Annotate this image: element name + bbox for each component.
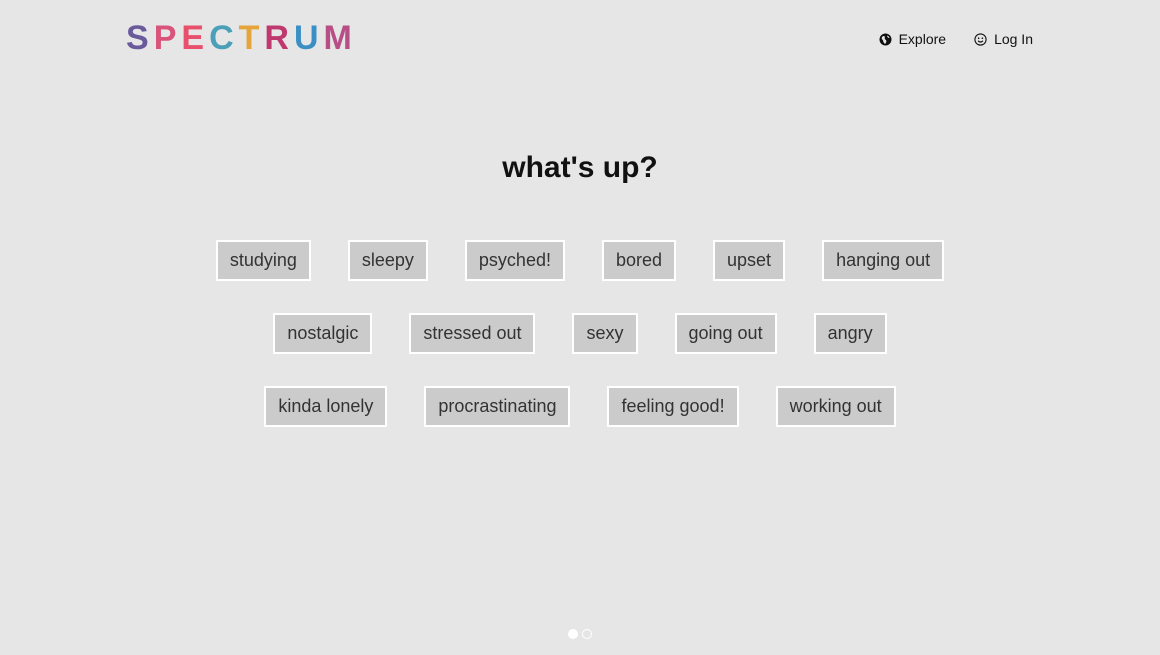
smiley-icon xyxy=(974,32,987,46)
spectrum-logo[interactable]: SPECTRUM xyxy=(126,20,357,56)
mood-button[interactable]: psyched! xyxy=(464,240,565,281)
mood-button[interactable]: working out xyxy=(775,386,896,427)
mood-button[interactable]: kinda lonely xyxy=(264,386,388,427)
logo-letter: T xyxy=(238,19,265,57)
pager-dot[interactable] xyxy=(582,629,592,639)
mood-button[interactable]: going out xyxy=(674,313,777,354)
logo-letter: P xyxy=(153,19,182,57)
mood-button[interactable]: sexy xyxy=(572,313,638,354)
logo-letter: C xyxy=(209,19,239,57)
logo-letter: E xyxy=(181,19,210,57)
page-title: what's up? xyxy=(502,151,658,184)
mood-button[interactable]: nostalgic xyxy=(273,313,373,354)
mood-button[interactable]: feeling good! xyxy=(607,386,739,427)
page-indicator xyxy=(0,629,1160,639)
top-nav: Explore Log In xyxy=(879,31,1033,47)
pager-dot[interactable] xyxy=(568,629,578,639)
mood-button[interactable]: angry xyxy=(813,313,887,354)
logo-letter: R xyxy=(264,19,294,57)
mood-button[interactable]: stressed out xyxy=(409,313,536,354)
login-label: Log In xyxy=(994,31,1033,47)
explore-link[interactable]: Explore xyxy=(879,31,946,47)
globe-icon xyxy=(879,33,892,46)
mood-row-1: studying sleepy psyched! bored upset han… xyxy=(0,240,1160,281)
explore-label: Explore xyxy=(898,31,947,47)
mood-row-2: nostalgic stressed out sexy going out an… xyxy=(0,313,1160,354)
mood-button[interactable]: bored xyxy=(601,240,677,281)
mood-button[interactable]: hanging out xyxy=(822,240,945,281)
page: SPECTRUM Explore Log In what's up? study… xyxy=(0,0,1160,655)
logo-letter: U xyxy=(293,19,324,57)
mood-button[interactable]: sleepy xyxy=(347,240,428,281)
login-link[interactable]: Log In xyxy=(974,31,1033,47)
mood-button[interactable]: studying xyxy=(215,240,311,281)
mood-button[interactable]: upset xyxy=(713,240,786,281)
mood-button[interactable]: procrastinating xyxy=(424,386,571,427)
logo-letter: S xyxy=(126,19,154,57)
mood-row-3: kinda lonely procrastinating feeling goo… xyxy=(0,386,1160,427)
logo-letter: M xyxy=(323,19,357,57)
